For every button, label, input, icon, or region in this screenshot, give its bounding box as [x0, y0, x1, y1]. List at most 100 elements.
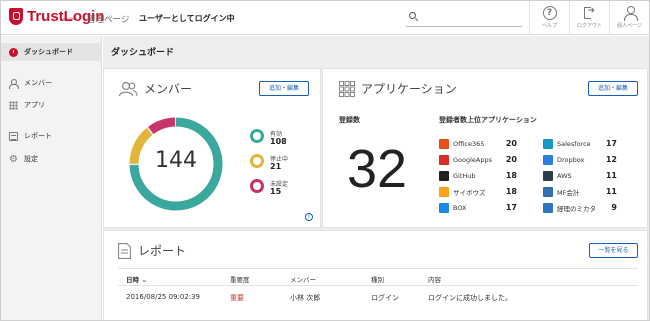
report-card-title: レポート: [118, 242, 186, 259]
help-icon: ?: [542, 6, 557, 20]
logo-sub: by GMO: [63, 17, 77, 21]
help-button[interactable]: ? ヘルプ: [529, 1, 569, 35]
sidebar-item-dashboard[interactable]: ダッシュボード: [1, 43, 102, 61]
app-logo-icon: [439, 203, 449, 213]
sidebar-item-settings[interactable]: ⚙ 設定: [1, 150, 102, 168]
report-table-header: 日時 ⌄ 重要度 メンバー 種別 内容: [118, 268, 638, 286]
personal-page-button[interactable]: 個人ページ: [609, 1, 649, 35]
admin-page-label: 管理ページ: [87, 15, 130, 25]
help-label: ヘルプ: [541, 23, 557, 29]
members-edit-button[interactable]: 追加・編集: [259, 81, 309, 96]
app-count: 9: [611, 203, 617, 212]
app-logo-icon: [439, 187, 449, 197]
app-count: 20: [505, 139, 517, 148]
logout-button[interactable]: ログアウト: [569, 1, 609, 35]
row-member: 小林 次郎: [290, 294, 321, 302]
applications-card: アプリケーション 追加・編集 登録数 32 登録者数上位アプリケーション Off…: [322, 68, 648, 228]
app-list-item[interactable]: GitHub: [439, 169, 476, 183]
view-all-button[interactable]: 一覧を見る: [589, 243, 638, 258]
info-icon[interactable]: i: [305, 213, 313, 221]
login-as-user-link[interactable]: ユーザーとしてログイン中: [139, 13, 235, 24]
app-count: 18: [505, 171, 517, 180]
search-icon: [409, 12, 416, 19]
table-row[interactable]: 2016/08/25 09:02:39 重要 小林 次郎 ログイン ログインに成…: [118, 287, 638, 307]
app-logo-icon: [543, 139, 553, 149]
legend-suspended-value: 21: [270, 162, 282, 171]
app-logo-icon: [439, 171, 449, 181]
app-name: サイボウズ: [453, 189, 486, 197]
legend-active-value: 108: [270, 137, 287, 146]
app-list-item[interactable]: Office365: [439, 137, 484, 151]
row-severity: 重要: [230, 294, 244, 302]
app-count: 18: [505, 187, 517, 196]
app-name: GitHub: [453, 172, 476, 180]
app-count: 11: [605, 171, 617, 180]
members-title-text: メンバー: [144, 82, 193, 96]
sidebar-item-label: メンバー: [24, 79, 52, 87]
legend-unset-value: 15: [270, 187, 282, 196]
members-icon: [118, 81, 138, 96]
member-icon: [9, 78, 19, 89]
app-list-item[interactable]: サイボウズ: [439, 185, 486, 199]
report-card: レポート 一覧を見る 日時 ⌄ 重要度 メンバー 種別 内容 2016/08/2…: [103, 230, 648, 320]
column-header-label: 日時: [126, 276, 139, 284]
sidebar-item-label: レポート: [24, 132, 52, 140]
legend-active-icon: [250, 129, 264, 143]
sidebar-item-label: アプリ: [24, 101, 45, 109]
dashboard-icon: [9, 47, 18, 57]
app-logo-icon: [439, 139, 449, 149]
registered-count: 32: [347, 139, 408, 199]
app-logo-icon: [543, 155, 553, 165]
column-header-member[interactable]: メンバー: [290, 274, 316, 284]
members-card-title: メンバー: [118, 80, 192, 97]
registered-count-label: 登録数: [339, 116, 360, 124]
logo-mark-icon: [9, 8, 23, 25]
sidebar-item-label: ダッシュボード: [24, 48, 73, 56]
report-icon: [118, 242, 131, 259]
app-count: 17: [605, 139, 617, 148]
app-name: Dropbox: [557, 156, 585, 164]
row-datetime: 2016/08/25 09:02:39: [126, 293, 201, 301]
top-apps-title: 登録者数上位アプリケーション: [439, 116, 537, 124]
gear-icon: ⚙: [9, 153, 18, 165]
row-type: ログイン: [371, 294, 399, 302]
sidebar-item-report[interactable]: レポート: [1, 127, 102, 145]
report-icon: [9, 131, 18, 141]
app-count: 17: [505, 203, 517, 212]
column-header-type[interactable]: 種別: [371, 274, 384, 284]
app-list-item[interactable]: 経理のミカタ: [543, 201, 596, 215]
app-name: Salesforce: [557, 140, 591, 148]
app-logo-icon: [543, 171, 553, 181]
applications-title-text: アプリケーション: [361, 82, 457, 96]
sidebar-item-members[interactable]: メンバー: [1, 74, 102, 92]
column-header-content[interactable]: 内容: [428, 274, 441, 284]
main-content: ダッシュボード メンバー 追加・編集 144 有効 108 停止中 21 未設定…: [103, 36, 649, 320]
app-name: Office365: [453, 140, 485, 148]
app-list-item[interactable]: Salesforce: [543, 137, 591, 151]
app-count: 20: [505, 155, 517, 164]
app-name: MF会計: [557, 189, 580, 197]
column-header-severity[interactable]: 重要度: [230, 274, 250, 284]
app-logo-icon: [543, 187, 553, 197]
app-logo-icon: [543, 203, 553, 213]
app-list-item[interactable]: AWS: [543, 169, 572, 183]
search-input[interactable]: [406, 9, 522, 27]
app-name: AWS: [557, 172, 572, 180]
app-list-item[interactable]: MF会計: [543, 185, 579, 199]
app-name: 経理のミカタ: [557, 205, 596, 213]
legend-suspended-icon: [250, 154, 264, 168]
column-header-datetime[interactable]: 日時 ⌄: [126, 274, 147, 284]
applications-edit-button[interactable]: 追加・編集: [588, 81, 638, 96]
apps-icon: [9, 100, 18, 110]
sidebar-item-apps[interactable]: アプリ: [1, 96, 102, 114]
app-name: GoogleApps: [453, 156, 493, 164]
applications-icon: [339, 80, 355, 97]
page-title: ダッシュボード: [111, 48, 175, 58]
app-list-item[interactable]: GoogleApps: [439, 153, 492, 167]
legend-unset-icon: [250, 179, 264, 193]
app-count: 12: [605, 155, 617, 164]
app-list-item[interactable]: Dropbox: [543, 153, 584, 167]
members-total: 144: [155, 148, 197, 173]
app-list-item[interactable]: BOX: [439, 201, 467, 215]
sidebar: ダッシュボード メンバー アプリ レポート ⚙ 設定: [1, 36, 102, 320]
